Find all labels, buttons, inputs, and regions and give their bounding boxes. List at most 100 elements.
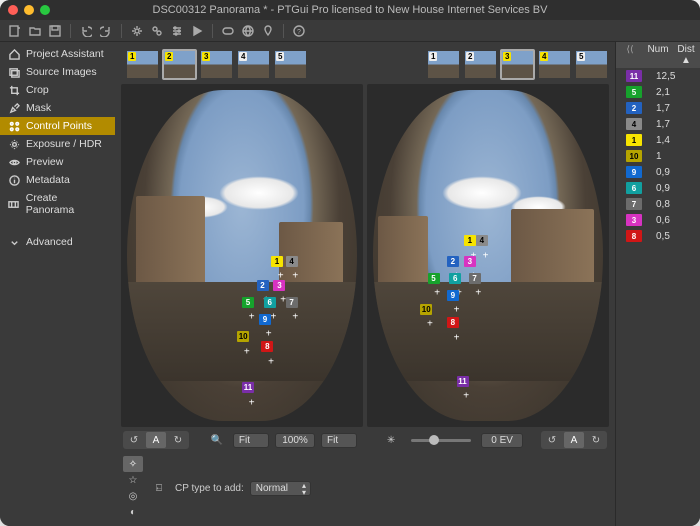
- zoom-fit-select[interactable]: Fit: [233, 433, 269, 448]
- table-row[interactable]: 30,6: [616, 212, 700, 228]
- link-tool-button[interactable]: ⍇: [149, 480, 169, 496]
- redo-icon[interactable]: [97, 23, 115, 39]
- table-header-dist[interactable]: Dist ▲: [672, 44, 700, 66]
- thumb-left-2[interactable]: 2: [162, 49, 197, 80]
- control-point-5[interactable]: 5: [242, 297, 254, 308]
- sun-icon: [8, 138, 20, 150]
- sidebar-item-crop[interactable]: Crop: [0, 81, 115, 99]
- table-row[interactable]: 60,9: [616, 180, 700, 196]
- play-icon[interactable]: [188, 23, 206, 39]
- control-point-4[interactable]: 4: [286, 256, 298, 267]
- control-point-1[interactable]: 1: [464, 235, 476, 246]
- cp-badge: 11: [626, 70, 642, 82]
- auto-button-left[interactable]: A: [146, 432, 166, 448]
- thumb-right-1[interactable]: 1: [426, 49, 461, 80]
- brush-icon: [8, 102, 20, 114]
- control-point-3[interactable]: 3: [464, 256, 476, 267]
- new-project-icon[interactable]: [6, 23, 24, 39]
- control-point-1[interactable]: 1: [271, 256, 283, 267]
- thumb-right-3[interactable]: 3: [500, 49, 535, 80]
- cp-distance: 1,7: [652, 119, 700, 130]
- control-point-6[interactable]: 6: [449, 273, 461, 284]
- thumb-right-2[interactable]: 2: [463, 49, 498, 80]
- cp-cross-icon: +: [266, 329, 272, 340]
- ev-value-input[interactable]: 0 EV: [481, 433, 523, 448]
- thumb-left-3[interactable]: 3: [199, 49, 234, 80]
- target-tool-button[interactable]: ◎: [123, 488, 143, 504]
- link-icon[interactable]: [148, 23, 166, 39]
- table-row[interactable]: 41,7: [616, 116, 700, 132]
- sidebar-item-mask[interactable]: Mask: [0, 99, 115, 117]
- ev-slider[interactable]: [411, 439, 471, 442]
- zoom-icon[interactable]: 🔍: [207, 432, 227, 448]
- sidebar-item-project-assistant[interactable]: Project Assistant: [0, 45, 115, 63]
- zoom-fit-button[interactable]: Fit: [321, 433, 357, 448]
- table-header-num[interactable]: Num: [644, 44, 672, 66]
- sidebar-item-metadata[interactable]: Metadata: [0, 171, 115, 189]
- cp-badge: 1: [626, 134, 642, 146]
- save-icon[interactable]: [46, 23, 64, 39]
- control-point-8[interactable]: 8: [261, 341, 273, 352]
- rotate-cw-button[interactable]: ↻: [168, 432, 188, 448]
- table-row[interactable]: 52,1: [616, 84, 700, 100]
- control-point-10[interactable]: 10: [237, 331, 249, 342]
- control-point-9[interactable]: 9: [259, 314, 271, 325]
- gear-icon[interactable]: [128, 23, 146, 39]
- table-row[interactable]: 11,4: [616, 132, 700, 148]
- table-row[interactable]: 21,7: [616, 100, 700, 116]
- rotate-ccw-button-right[interactable]: ↺: [542, 432, 562, 448]
- control-point-7[interactable]: 7: [286, 297, 298, 308]
- image-pane-right[interactable]: 1+4+2+3+5+6+7+9+10+8+11+: [367, 84, 609, 427]
- thumb-left-5[interactable]: 5: [273, 49, 308, 80]
- table-row[interactable]: 1112,5: [616, 68, 700, 84]
- sidebar-item-exposure-hdr[interactable]: Exposure / HDR: [0, 135, 115, 153]
- sliders-icon[interactable]: [168, 23, 186, 39]
- open-icon[interactable]: [26, 23, 44, 39]
- sidebar-item-create-panorama[interactable]: Create Panorama: [0, 189, 115, 219]
- sidebar-item-preview[interactable]: Preview: [0, 153, 115, 171]
- thumb-right-5[interactable]: 5: [574, 49, 609, 80]
- rotate-cw-button-right[interactable]: ↻: [586, 432, 606, 448]
- control-point-11[interactable]: 11: [242, 382, 254, 393]
- control-point-8[interactable]: 8: [447, 317, 459, 328]
- sidebar-item-label: Project Assistant: [26, 48, 104, 60]
- cp-cross-icon: +: [475, 288, 481, 299]
- auto-button-right[interactable]: A: [564, 432, 584, 448]
- cp-cross-icon: +: [249, 397, 255, 408]
- sidebar-item-control-points[interactable]: Control Points: [0, 117, 115, 135]
- control-point-7[interactable]: 7: [469, 273, 481, 284]
- help-icon[interactable]: ?: [290, 23, 308, 39]
- thumb-number-badge: 5: [276, 52, 284, 61]
- panorama-icon[interactable]: [219, 23, 237, 39]
- wand-tool-button[interactable]: ✧: [123, 456, 143, 472]
- thumb-number-badge: 1: [429, 52, 437, 61]
- control-point-9[interactable]: 9: [447, 290, 459, 301]
- control-point-6[interactable]: 6: [264, 297, 276, 308]
- control-point-5[interactable]: 5: [428, 273, 440, 284]
- image-pane-left[interactable]: 1+4+2+3+5+6+7+9+10+8+11+: [121, 84, 363, 427]
- globe-icon[interactable]: [239, 23, 257, 39]
- table-prev-button[interactable]: ⟨⟨: [616, 44, 644, 66]
- control-point-4[interactable]: 4: [476, 235, 488, 246]
- star-tool-button[interactable]: ☆: [123, 472, 143, 488]
- cp-type-select[interactable]: Normal ▴▾: [250, 481, 311, 496]
- table-row[interactable]: 70,8: [616, 196, 700, 212]
- control-point-11[interactable]: 11: [457, 376, 469, 387]
- table-row[interactable]: 80,5: [616, 228, 700, 244]
- thumb-right-4[interactable]: 4: [537, 49, 572, 80]
- control-point-2[interactable]: 2: [447, 256, 459, 267]
- sidebar-item-advanced[interactable]: Advanced: [0, 233, 115, 251]
- sidebar-item-source-images[interactable]: Source Images: [0, 63, 115, 81]
- thumb-left-4[interactable]: 4: [236, 49, 271, 80]
- control-point-3[interactable]: 3: [273, 280, 285, 291]
- undo-icon[interactable]: [77, 23, 95, 39]
- thumb-left-1[interactable]: 1: [125, 49, 160, 80]
- table-row[interactable]: 101: [616, 148, 700, 164]
- zoom-percent-input[interactable]: 100%: [275, 433, 315, 448]
- rotate-ccw-button[interactable]: ↺: [124, 432, 144, 448]
- contrast-tool-button[interactable]: ◐: [123, 504, 143, 520]
- control-point-10[interactable]: 10: [420, 304, 432, 315]
- pin-icon[interactable]: [259, 23, 277, 39]
- control-point-2[interactable]: 2: [257, 280, 269, 291]
- table-row[interactable]: 90,9: [616, 164, 700, 180]
